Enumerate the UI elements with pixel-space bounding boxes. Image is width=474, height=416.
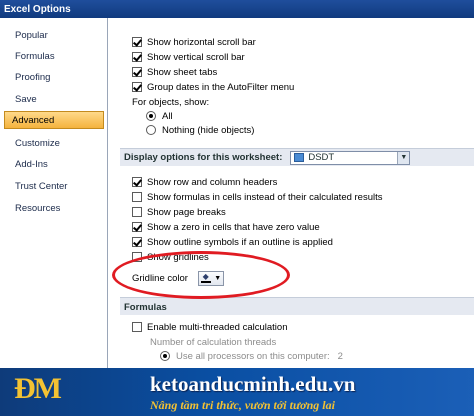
objects-show-label: For objects, show: bbox=[132, 96, 210, 108]
highlight-ellipse bbox=[112, 251, 290, 299]
row-col-headers-checkbox[interactable] bbox=[132, 177, 142, 187]
sidebar-item-proofing[interactable]: Proofing bbox=[4, 69, 104, 87]
outline-symbols-checkbox[interactable] bbox=[132, 237, 142, 247]
page-breaks-checkbox[interactable] bbox=[132, 207, 142, 217]
group-dates-label: Group dates in the AutoFilter menu bbox=[147, 81, 295, 93]
objects-all-option[interactable]: All bbox=[146, 109, 173, 123]
page-breaks-label: Show page breaks bbox=[147, 206, 226, 218]
show-vscroll-label: Show vertical scroll bar bbox=[147, 51, 245, 63]
worksheet-select-value: DSDT bbox=[308, 152, 335, 163]
sidebar-item-trust-center[interactable]: Trust Center bbox=[4, 178, 104, 196]
options-content: Show horizontal scroll bar Show vertical… bbox=[110, 18, 474, 416]
use-all-processors-label: Use all processors on this computer: bbox=[176, 350, 330, 362]
show-vscroll-option[interactable]: Show vertical scroll bar bbox=[132, 50, 245, 64]
group-dates-option[interactable]: Group dates in the AutoFilter menu bbox=[132, 80, 294, 94]
worksheet-section-title: Display options for this worksheet: bbox=[124, 152, 283, 163]
sheet-icon bbox=[294, 153, 305, 162]
use-all-processors-option[interactable]: Use all processors on this computer: 2 bbox=[160, 349, 343, 363]
window-title: Excel Options bbox=[0, 0, 474, 18]
multithread-checkbox[interactable] bbox=[132, 322, 142, 332]
formulas-in-cells-option[interactable]: Show formulas in cells instead of their … bbox=[132, 190, 383, 204]
sidebar-item-formulas[interactable]: Formulas bbox=[4, 48, 104, 66]
show-vscroll-checkbox[interactable] bbox=[132, 52, 142, 62]
objects-all-radio[interactable] bbox=[146, 111, 156, 121]
show-tabs-option[interactable]: Show sheet tabs bbox=[132, 65, 217, 79]
zero-values-label: Show a zero in cells that have zero valu… bbox=[147, 221, 320, 233]
zero-values-checkbox[interactable] bbox=[132, 222, 142, 232]
sidebar-item-add-ins[interactable]: Add-Ins bbox=[4, 156, 104, 174]
processor-count: 2 bbox=[337, 350, 343, 362]
multithread-option[interactable]: Enable multi-threaded calculation bbox=[132, 320, 287, 334]
formulas-section: Formulas bbox=[120, 297, 474, 315]
row-col-headers-option[interactable]: Show row and column headers bbox=[132, 175, 277, 189]
multithread-label: Enable multi-threaded calculation bbox=[147, 321, 288, 333]
show-hscroll-option[interactable]: Show horizontal scroll bar bbox=[132, 35, 256, 49]
group-dates-checkbox[interactable] bbox=[132, 82, 142, 92]
formulas-in-cells-checkbox[interactable] bbox=[132, 192, 142, 202]
show-tabs-label: Show sheet tabs bbox=[147, 66, 218, 78]
use-all-processors-radio[interactable] bbox=[160, 351, 170, 361]
brand-site: ketoanducminh.edu.vn bbox=[150, 372, 356, 396]
objects-nothing-radio[interactable] bbox=[146, 125, 156, 135]
chevron-down-icon[interactable]: ▼ bbox=[397, 151, 410, 164]
worksheet-display-section: Display options for this worksheet: DSDT… bbox=[120, 148, 474, 166]
page-breaks-option[interactable]: Show page breaks bbox=[132, 205, 226, 219]
sidebar-item-popular[interactable]: Popular bbox=[4, 27, 104, 45]
objects-nothing-label: Nothing (hide objects) bbox=[162, 124, 255, 136]
sidebar-item-advanced[interactable]: Advanced bbox=[4, 111, 104, 129]
outline-symbols-option[interactable]: Show outline symbols if an outline is ap… bbox=[132, 235, 333, 249]
row-col-headers-label: Show row and column headers bbox=[147, 176, 278, 188]
show-tabs-checkbox[interactable] bbox=[132, 67, 142, 77]
sidebar-item-customize[interactable]: Customize bbox=[4, 135, 104, 153]
sidebar-item-resources[interactable]: Resources bbox=[4, 200, 104, 218]
outline-symbols-label: Show outline symbols if an outline is ap… bbox=[147, 236, 333, 248]
brand-logo: ĐM bbox=[14, 372, 62, 405]
show-hscroll-label: Show horizontal scroll bar bbox=[147, 36, 256, 48]
threads-label: Number of calculation threads bbox=[150, 336, 277, 348]
options-sidebar: Popular Formulas Proofing Save Advanced … bbox=[0, 18, 108, 416]
sidebar-item-save[interactable]: Save bbox=[4, 91, 104, 109]
objects-all-label: All bbox=[162, 110, 173, 122]
brand-slogan: Nâng tầm tri thức, vươn tới tương lai bbox=[150, 398, 335, 412]
show-hscroll-checkbox[interactable] bbox=[132, 37, 142, 47]
objects-nothing-option[interactable]: Nothing (hide objects) bbox=[146, 123, 254, 137]
worksheet-select[interactable]: DSDT ▼ bbox=[290, 150, 411, 165]
zero-values-option[interactable]: Show a zero in cells that have zero valu… bbox=[132, 220, 320, 234]
formulas-in-cells-label: Show formulas in cells instead of their … bbox=[147, 191, 383, 203]
